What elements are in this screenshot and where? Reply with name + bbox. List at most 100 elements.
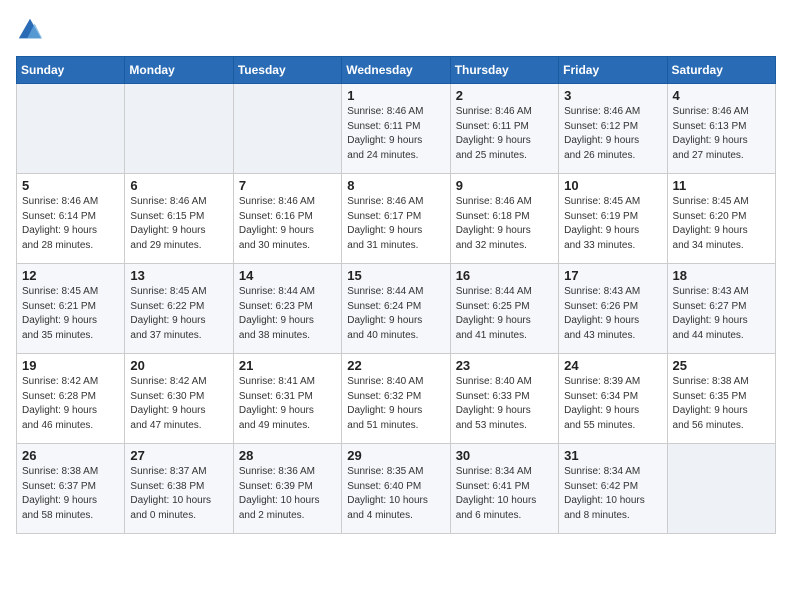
day-number: 17 — [564, 268, 661, 283]
day-number: 31 — [564, 448, 661, 463]
day-info: Sunrise: 8:42 AM Sunset: 6:28 PM Dayligh… — [22, 375, 119, 433]
calendar-table: SundayMondayTuesdayWednesdayThursdayFrid… — [16, 56, 776, 534]
day-number: 6 — [130, 178, 227, 193]
day-number: 14 — [239, 268, 336, 283]
day-info: Sunrise: 8:44 AM Sunset: 6:23 PM Dayligh… — [239, 285, 336, 343]
day-number: 18 — [673, 268, 770, 283]
calendar-cell: 18 Sunrise: 8:43 AM Sunset: 6:27 PM Dayli… — [667, 264, 775, 354]
calendar-cell: 24 Sunrise: 8:39 AM Sunset: 6:34 PM Dayli… — [559, 354, 667, 444]
calendar-cell: 20Sunrise: 8:42 AM Sunset: 6:30 PM Dayli… — [125, 354, 233, 444]
calendar-cell: 7 Sunrise: 8:46 AM Sunset: 6:16 PM Daylig… — [233, 174, 341, 264]
calendar-cell: 5Sunrise: 8:46 AM Sunset: 6:14 PM Daylig… — [17, 174, 125, 264]
logo-icon — [16, 16, 44, 44]
day-header-saturday: Saturday — [667, 57, 775, 84]
days-header-row: SundayMondayTuesdayWednesdayThursdayFrid… — [17, 57, 776, 84]
calendar-cell: 14 Sunrise: 8:44 AM Sunset: 6:23 PM Dayli… — [233, 264, 341, 354]
calendar-cell: 25 Sunrise: 8:38 AM Sunset: 6:35 PM Dayli… — [667, 354, 775, 444]
calendar-cell: 22 Sunrise: 8:40 AM Sunset: 6:32 PM Dayli… — [342, 354, 450, 444]
day-info: Sunrise: 8:43 AM Sunset: 6:26 PM Dayligh… — [564, 285, 661, 343]
day-header-monday: Monday — [125, 57, 233, 84]
calendar-cell: 17 Sunrise: 8:43 AM Sunset: 6:26 PM Dayli… — [559, 264, 667, 354]
day-info: Sunrise: 8:46 AM Sunset: 6:11 PM Dayligh… — [456, 105, 553, 163]
calendar-cell: 1 Sunrise: 8:46 AM Sunset: 6:11 PM Daylig… — [342, 84, 450, 174]
day-number: 3 — [564, 88, 661, 103]
calendar-cell: 8Sunrise: 8:46 AM Sunset: 6:17 PM Daylig… — [342, 174, 450, 264]
calendar-cell: 10 Sunrise: 8:45 AM Sunset: 6:19 PM Dayli… — [559, 174, 667, 264]
day-number: 28 — [239, 448, 336, 463]
logo — [16, 16, 46, 44]
day-number: 23 — [456, 358, 553, 373]
calendar-cell: 12Sunrise: 8:45 AM Sunset: 6:21 PM Dayli… — [17, 264, 125, 354]
day-info: Sunrise: 8:44 AM Sunset: 6:24 PM Dayligh… — [347, 285, 444, 343]
week-row-1: 1 Sunrise: 8:46 AM Sunset: 6:11 PM Daylig… — [17, 84, 776, 174]
calendar-cell: 13 Sunrise: 8:45 AM Sunset: 6:22 PM Dayli… — [125, 264, 233, 354]
calendar-cell: 23 Sunrise: 8:40 AM Sunset: 6:33 PM Dayli… — [450, 354, 558, 444]
day-info: Sunrise: 8:43 AM Sunset: 6:27 PM Dayligh… — [673, 285, 770, 343]
calendar-cell: 30 Sunrise: 8:34 AM Sunset: 6:41 PM Dayli… — [450, 444, 558, 534]
day-header-friday: Friday — [559, 57, 667, 84]
calendar-cell: 31Sunrise: 8:34 AM Sunset: 6:42 PM Dayli… — [559, 444, 667, 534]
day-info: Sunrise: 8:45 AM Sunset: 6:19 PM Dayligh… — [564, 195, 661, 253]
day-number: 21 — [239, 358, 336, 373]
calendar-cell: 29 Sunrise: 8:35 AM Sunset: 6:40 PM Dayli… — [342, 444, 450, 534]
day-info: Sunrise: 8:45 AM Sunset: 6:22 PM Dayligh… — [130, 285, 227, 343]
calendar-cell: 16 Sunrise: 8:44 AM Sunset: 6:25 PM Dayli… — [450, 264, 558, 354]
week-row-2: 5Sunrise: 8:46 AM Sunset: 6:14 PM Daylig… — [17, 174, 776, 264]
week-row-4: 19 Sunrise: 8:42 AM Sunset: 6:28 PM Dayli… — [17, 354, 776, 444]
day-number: 4 — [673, 88, 770, 103]
day-number: 11 — [673, 178, 770, 193]
day-number: 22 — [347, 358, 444, 373]
day-info: Sunrise: 8:44 AM Sunset: 6:25 PM Dayligh… — [456, 285, 553, 343]
day-info: Sunrise: 8:34 AM Sunset: 6:41 PM Dayligh… — [456, 465, 553, 523]
calendar-cell: 19 Sunrise: 8:42 AM Sunset: 6:28 PM Dayli… — [17, 354, 125, 444]
day-number: 20 — [130, 358, 227, 373]
calendar-cell: 11 Sunrise: 8:45 AM Sunset: 6:20 PM Dayli… — [667, 174, 775, 264]
day-info: Sunrise: 8:46 AM Sunset: 6:12 PM Dayligh… — [564, 105, 661, 163]
day-number: 13 — [130, 268, 227, 283]
day-number: 7 — [239, 178, 336, 193]
day-number: 29 — [347, 448, 444, 463]
day-number: 26 — [22, 448, 119, 463]
day-number: 25 — [673, 358, 770, 373]
calendar-cell: 21 Sunrise: 8:41 AM Sunset: 6:31 PM Dayli… — [233, 354, 341, 444]
day-number: 10 — [564, 178, 661, 193]
day-number: 9 — [456, 178, 553, 193]
day-number: 2 — [456, 88, 553, 103]
day-number: 15 — [347, 268, 444, 283]
day-number: 24 — [564, 358, 661, 373]
calendar-cell: 27Sunrise: 8:37 AM Sunset: 6:38 PM Dayli… — [125, 444, 233, 534]
calendar-cell: 26 Sunrise: 8:38 AM Sunset: 6:37 PM Dayli… — [17, 444, 125, 534]
day-info: Sunrise: 8:35 AM Sunset: 6:40 PM Dayligh… — [347, 465, 444, 523]
day-info: Sunrise: 8:46 AM Sunset: 6:17 PM Dayligh… — [347, 195, 444, 253]
day-number: 30 — [456, 448, 553, 463]
page-header — [16, 16, 776, 44]
day-number: 27 — [130, 448, 227, 463]
day-info: Sunrise: 8:38 AM Sunset: 6:37 PM Dayligh… — [22, 465, 119, 523]
day-info: Sunrise: 8:46 AM Sunset: 6:15 PM Dayligh… — [130, 195, 227, 253]
day-header-tuesday: Tuesday — [233, 57, 341, 84]
day-info: Sunrise: 8:38 AM Sunset: 6:35 PM Dayligh… — [673, 375, 770, 433]
calendar-cell: 3 Sunrise: 8:46 AM Sunset: 6:12 PM Daylig… — [559, 84, 667, 174]
day-number: 12 — [22, 268, 119, 283]
calendar-cell: 9Sunrise: 8:46 AM Sunset: 6:18 PM Daylig… — [450, 174, 558, 264]
day-info: Sunrise: 8:46 AM Sunset: 6:11 PM Dayligh… — [347, 105, 444, 163]
calendar-cell: 2 Sunrise: 8:46 AM Sunset: 6:11 PM Daylig… — [450, 84, 558, 174]
day-number: 16 — [456, 268, 553, 283]
calendar-cell: 4 Sunrise: 8:46 AM Sunset: 6:13 PM Daylig… — [667, 84, 775, 174]
week-row-5: 26 Sunrise: 8:38 AM Sunset: 6:37 PM Dayli… — [17, 444, 776, 534]
day-header-sunday: Sunday — [17, 57, 125, 84]
week-row-3: 12Sunrise: 8:45 AM Sunset: 6:21 PM Dayli… — [17, 264, 776, 354]
day-info: Sunrise: 8:40 AM Sunset: 6:33 PM Dayligh… — [456, 375, 553, 433]
calendar-cell — [233, 84, 341, 174]
calendar-cell — [17, 84, 125, 174]
day-info: Sunrise: 8:46 AM Sunset: 6:16 PM Dayligh… — [239, 195, 336, 253]
day-info: Sunrise: 8:40 AM Sunset: 6:32 PM Dayligh… — [347, 375, 444, 433]
day-info: Sunrise: 8:46 AM Sunset: 6:13 PM Dayligh… — [673, 105, 770, 163]
day-info: Sunrise: 8:39 AM Sunset: 6:34 PM Dayligh… — [564, 375, 661, 433]
day-number: 19 — [22, 358, 119, 373]
day-info: Sunrise: 8:41 AM Sunset: 6:31 PM Dayligh… — [239, 375, 336, 433]
calendar-cell: 6 Sunrise: 8:46 AM Sunset: 6:15 PM Daylig… — [125, 174, 233, 264]
day-info: Sunrise: 8:45 AM Sunset: 6:20 PM Dayligh… — [673, 195, 770, 253]
calendar-cell: 28Sunrise: 8:36 AM Sunset: 6:39 PM Dayli… — [233, 444, 341, 534]
day-number: 1 — [347, 88, 444, 103]
